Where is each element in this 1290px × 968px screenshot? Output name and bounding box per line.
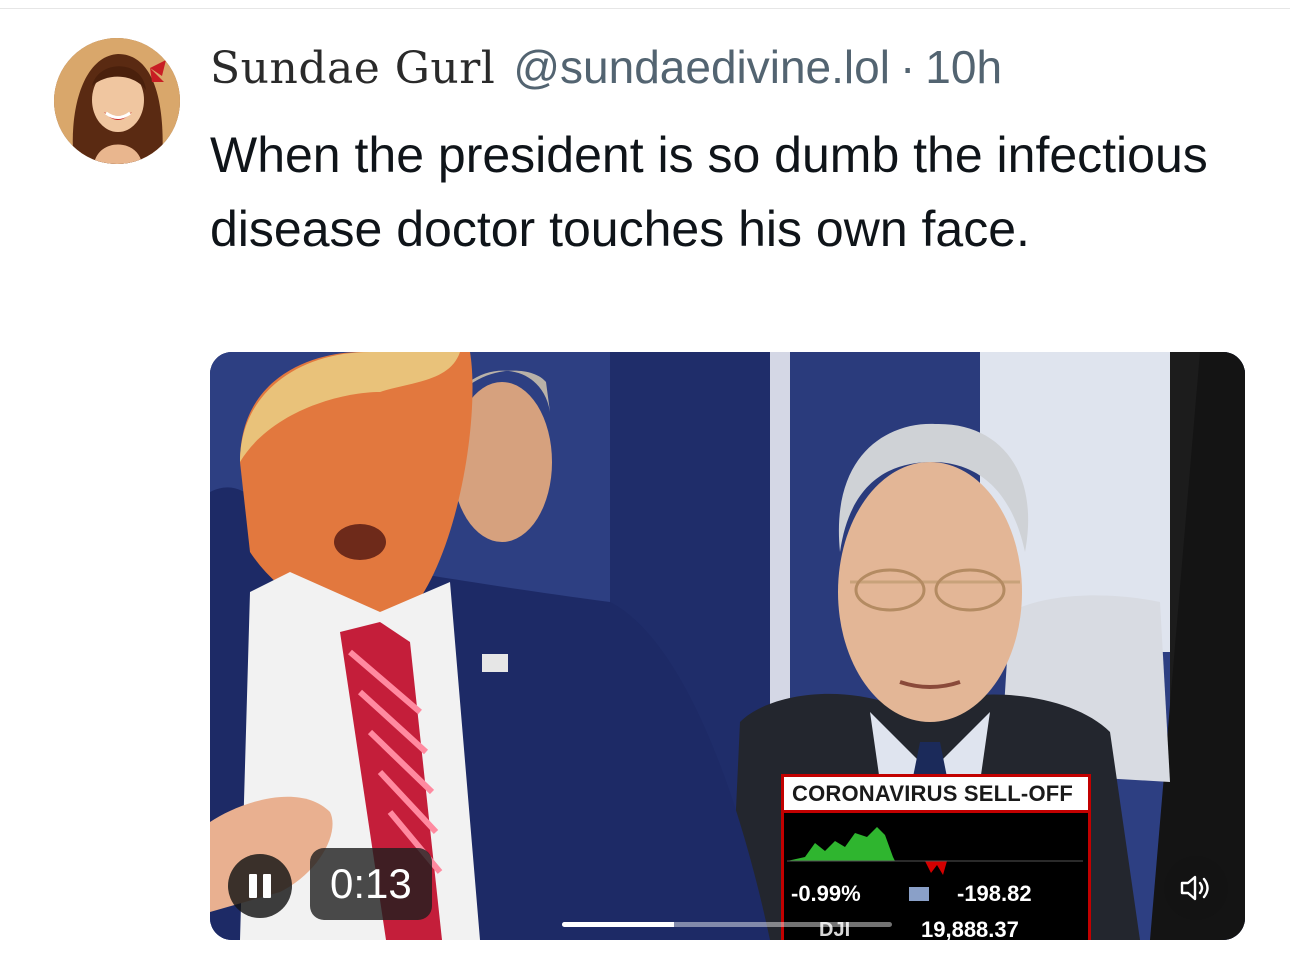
pause-icon xyxy=(249,874,257,898)
ticker-header: CORONAVIRUS SELL-OFF xyxy=(781,777,1091,813)
pause-button[interactable] xyxy=(228,854,292,918)
ticker-percent-change: -0.99% xyxy=(791,881,861,906)
pause-icon-bar xyxy=(263,874,271,898)
ticker-chart xyxy=(787,827,1083,875)
video-player[interactable]: CORONAVIRUS SELL-OFF -0.99% -198.82 DJI … xyxy=(210,352,1245,940)
volume-button[interactable] xyxy=(1164,856,1228,920)
news-ticker: CORONAVIRUS SELL-OFF -0.99% -198.82 DJI … xyxy=(781,774,1091,940)
ticker-border-right xyxy=(1088,813,1091,940)
tweet-text: When the president is so dumb the infect… xyxy=(210,127,1208,257)
video-elapsed-time: 0:13 xyxy=(310,848,432,920)
header-separator: · xyxy=(899,41,916,93)
author-display-name[interactable]: Sundae Gurl xyxy=(210,43,495,94)
tweet-timestamp[interactable]: 10h xyxy=(925,40,1002,94)
top-divider xyxy=(0,8,1290,9)
speaker-icon xyxy=(1180,875,1209,901)
video-progress-bar[interactable] xyxy=(562,922,892,927)
tweet-header: Sundae Gurl @sundaedivine.lol · 10h xyxy=(210,40,1002,100)
avatar-portrait xyxy=(54,38,180,164)
ticker-title: CORONAVIRUS SELL-OFF xyxy=(792,781,1074,806)
ticker-index-value: 19,888.37 xyxy=(921,917,1019,940)
ticker-point-change: -198.82 xyxy=(957,881,1032,906)
author-handle[interactable]: @sundaedivine.lol xyxy=(513,40,890,94)
avatar[interactable] xyxy=(54,38,180,164)
ticker-border-left xyxy=(781,813,784,940)
video-progress-fill xyxy=(562,922,675,927)
ticker-market-icon xyxy=(909,887,929,901)
